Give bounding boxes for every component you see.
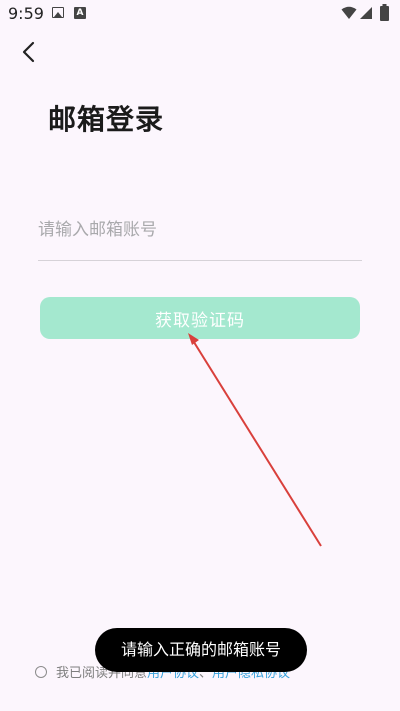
annotation-arrow [188,333,322,547]
toast-message: 请输入正确的邮箱账号 [95,628,307,672]
agreement-checkbox[interactable] [35,665,47,678]
